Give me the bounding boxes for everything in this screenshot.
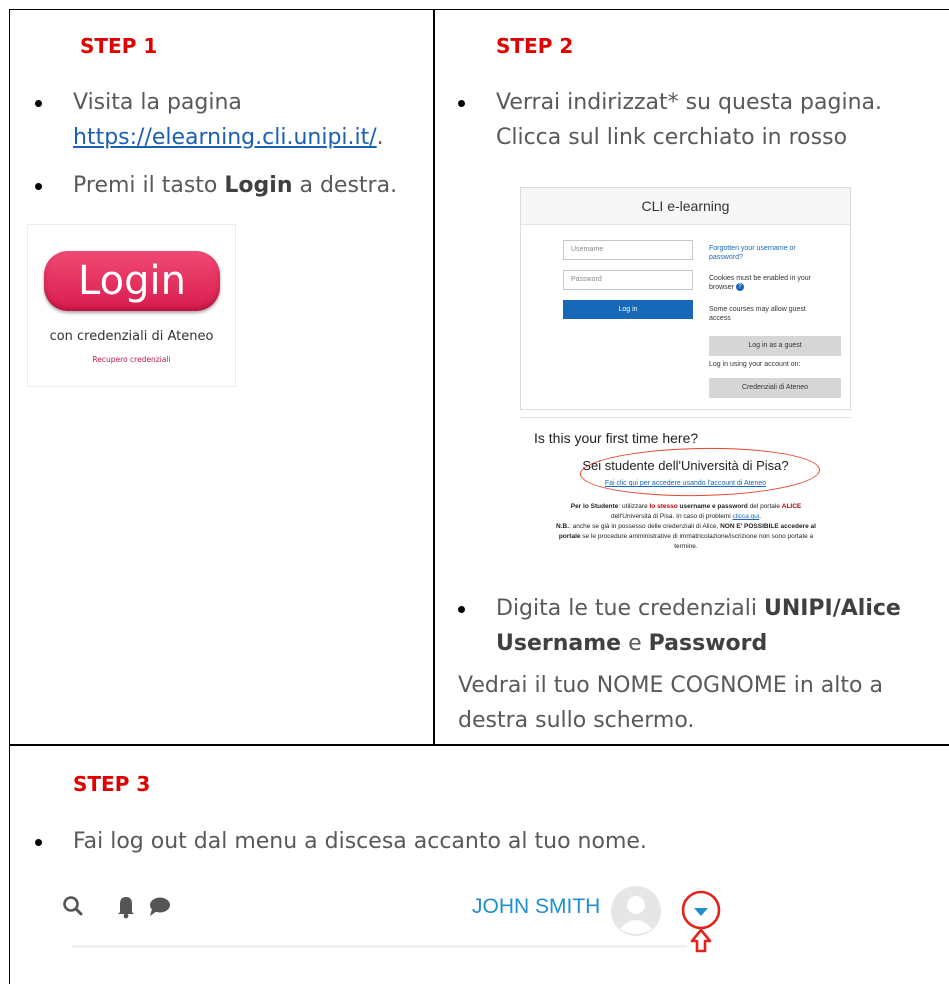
help-icon: ? [735, 283, 744, 292]
first-time-text-3: N.B.: anche se già in possesso delle cre… [526, 522, 846, 532]
step1-bullet2-pre: Premi il tasto [73, 173, 225, 198]
step2-bullet2-bold2: Username [496, 631, 622, 656]
step3-heading: STEP 3 [73, 772, 151, 796]
step2-heading: STEP 2 [496, 34, 574, 58]
username-field[interactable]: Username [563, 240, 693, 260]
guest-note: Some courses may allow guest access [709, 306, 806, 322]
step2-bullet2-bold3: Password [648, 631, 768, 656]
text-fragment: ALICE [781, 503, 802, 510]
step2-bullet2: Digita le tue credenziali UNIPI/Alice Us… [496, 591, 948, 661]
user-menu-screenshot: JOHN SMITH [62, 845, 767, 975]
text-fragment: : utilizzare [618, 503, 650, 510]
text-fragment: se le procedure amministrative di immatr… [580, 533, 814, 540]
text-fragment: N.B. [556, 523, 570, 530]
first-time-title: Is this your first time here? [534, 430, 699, 446]
elearning-link[interactable]: https://elearning.cli.unipi.it/ [73, 125, 377, 150]
recover-credentials-link[interactable]: Recupero credenziali [28, 355, 235, 364]
step2-bullet2-bold1: UNIPI/Alice [763, 596, 901, 621]
bullet-dot [35, 100, 42, 107]
text-fragment: del portale [747, 503, 782, 510]
step1-bullet1: Visita la pagina https://elearning.cli.u… [73, 85, 428, 155]
pisa-student-question: Sei studente dell'Università di Pisa? [582, 458, 789, 473]
step2-note-line1: Vedrai il tuo NOME COGNOME in alto a [458, 673, 883, 698]
cli-login-screenshot: CLI e-learning Username Password Log in … [520, 187, 851, 410]
cookies-text-label: Cookies must be enabled in your browser [709, 275, 811, 291]
guest-login-button[interactable]: Log in as a guest [709, 336, 841, 356]
text-fragment: . [759, 513, 762, 520]
column-divider [433, 9, 435, 745]
bullet-dot [458, 100, 465, 107]
login-subtitle: con credenziali di Ateneo [49, 329, 214, 344]
instructions-page: STEP 1 Visita la pagina https://elearnin… [0, 0, 949, 984]
up-arrow-icon [690, 928, 712, 953]
first-time-panel: Is this your first time here? Sei studen… [520, 417, 851, 567]
step1-bullet1-text: Visita la pagina [73, 90, 242, 115]
bullet-dot [35, 183, 42, 190]
step2-bullet1-line1: Verrai indirizzat* su questa pagina. [496, 90, 882, 115]
user-name[interactable]: JOHN SMITH [472, 895, 600, 919]
ateneo-account-link[interactable]: Fai clic qui per accedere usando l'accou… [520, 480, 851, 487]
cli-title: CLI e-learning [521, 188, 850, 225]
chat-icon[interactable] [150, 897, 170, 917]
first-time-text-5: termine. [674, 543, 698, 550]
step2-bullet2-mid: e [621, 631, 649, 656]
bell-icon[interactable] [118, 897, 134, 919]
step2-bullet2-pre: Digita le tue credenziali [496, 596, 764, 621]
text-fragment: NON E' POSSIBILE accedere al [720, 523, 816, 530]
menu-underline [72, 945, 687, 948]
text-fragment: : anche se già in possesso delle credenz… [569, 523, 721, 530]
help-link[interactable]: clicca qui [733, 513, 760, 520]
password-field[interactable]: Password [563, 270, 693, 290]
text-fragment: lo stesso [649, 503, 678, 510]
first-time-text-4: portale se le procedure amministrative d… [526, 532, 846, 542]
ateneo-credentials-button[interactable]: Credenziali di Ateneo [709, 378, 841, 398]
bullet-dot [35, 839, 42, 846]
step1-bullet2-post: a destra. [292, 173, 398, 198]
text-fragment: dell'Università di Pisa. In caso di prob… [610, 513, 733, 520]
step1-heading: STEP 1 [80, 34, 158, 58]
avatar-icon[interactable] [610, 885, 662, 937]
first-time-text-2: dell'Università di Pisa. In caso di prob… [526, 512, 846, 522]
bullet-dot [458, 606, 465, 613]
cookies-text: Cookies must be enabled in your browser … [709, 274, 831, 292]
step2-bullet1: Verrai indirizzat* su questa pagina. Cli… [496, 85, 946, 155]
login-card: Login con credenziali di Ateneo Recupero… [27, 224, 236, 387]
toolbar-icons [63, 896, 170, 919]
text-fragment: portale [558, 533, 581, 540]
login-button[interactable]: Login [44, 251, 220, 311]
account-note: Log in using your account on: [709, 361, 801, 368]
step2-note-line2: destra sullo schermo. [458, 708, 695, 733]
search-icon[interactable] [63, 896, 83, 916]
forgot-password-link[interactable]: Forgotten your username or password? [709, 244, 829, 262]
row-divider [9, 744, 949, 746]
text-fragment: Per lo Studente [570, 503, 619, 510]
step2-note: Vedrai il tuo NOME COGNOME in alto a des… [458, 668, 948, 738]
step1-bullet2: Premi il tasto Login a destra. [73, 168, 428, 203]
step2-bullet1-line2: Clicca sul link cerchiato in rosso [496, 125, 848, 150]
text-fragment: username e password [677, 503, 748, 510]
cli-login-button[interactable]: Log in [563, 300, 693, 319]
first-time-text-1: Per lo Studente: utilizzare lo stesso us… [526, 502, 846, 512]
step1-bullet2-bold: Login [224, 173, 293, 198]
dropdown-caret-icon[interactable] [674, 875, 734, 975]
step1-bullet1-suffix: . [376, 125, 384, 150]
